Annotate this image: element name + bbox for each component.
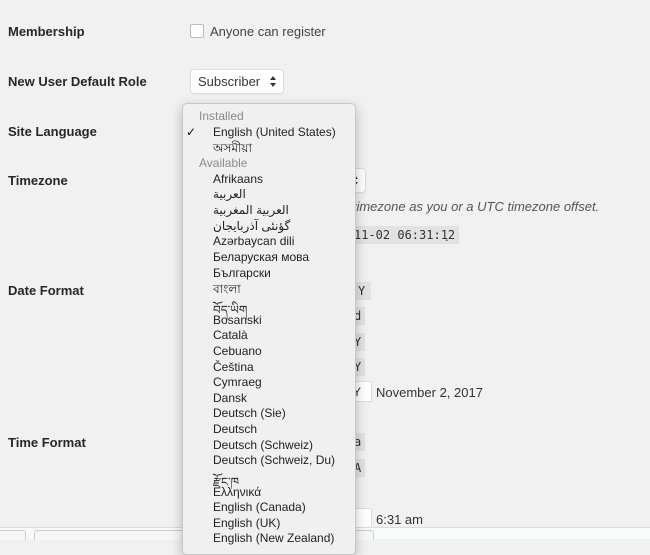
language-option[interactable]: Català bbox=[213, 328, 248, 342]
language-option[interactable]: Afrikaans bbox=[213, 172, 263, 186]
time-format-label: Time Format bbox=[8, 435, 86, 450]
universal-time-code: 11-02 06:31:12 bbox=[340, 226, 460, 244]
site-language-label: Site Language bbox=[8, 124, 97, 139]
dropdown-group-installed: Installed bbox=[199, 109, 244, 123]
language-option[interactable]: Deutsch (Sie) bbox=[213, 406, 286, 420]
default-role-value: Subscriber bbox=[198, 74, 261, 89]
default-role-select[interactable]: Subscriber bbox=[190, 69, 284, 94]
language-option[interactable]: Ελληνικά bbox=[213, 485, 261, 499]
language-option[interactable]: English (New Zealand) bbox=[213, 531, 334, 545]
language-option[interactable]: Azərbaycan dili bbox=[213, 234, 294, 248]
anyone-can-register-label[interactable]: Anyone can register bbox=[210, 24, 326, 39]
language-option[interactable]: Deutsch (Schweiz, Du) bbox=[213, 453, 335, 467]
date-format-label: Date Format bbox=[8, 283, 84, 298]
language-option[interactable]: English (United States) bbox=[213, 125, 336, 139]
time-format-preview: 6:31 am bbox=[376, 512, 423, 527]
timezone-description: e timezone as you or a UTC timezone offs… bbox=[342, 199, 600, 214]
language-option[interactable]: العربية المغربية bbox=[213, 203, 289, 217]
language-option[interactable]: Cymraeg bbox=[213, 375, 262, 389]
language-option[interactable]: Dansk bbox=[213, 391, 247, 405]
selected-check-icon: ✓ bbox=[186, 125, 197, 139]
language-option[interactable]: English (Canada) bbox=[213, 500, 306, 514]
universal-time-period: . bbox=[445, 229, 449, 244]
bottom-toolbar-button[interactable] bbox=[0, 530, 26, 540]
language-option[interactable]: Беларуская мова bbox=[213, 250, 309, 264]
select-arrows-icon bbox=[269, 75, 277, 89]
timezone-label: Timezone bbox=[8, 173, 68, 188]
language-option[interactable]: Bosanski bbox=[213, 313, 262, 327]
language-option[interactable]: Deutsch bbox=[213, 422, 257, 436]
anyone-can-register-checkbox[interactable] bbox=[190, 24, 204, 38]
dropdown-group-available: Available bbox=[199, 156, 248, 170]
language-option[interactable]: Cebuano bbox=[213, 344, 262, 358]
language-option[interactable]: Български bbox=[213, 266, 271, 280]
language-option[interactable]: English (UK) bbox=[213, 516, 280, 530]
language-option[interactable]: Čeština bbox=[213, 360, 254, 374]
language-option[interactable]: گؤنئی آذربایجان bbox=[213, 219, 290, 233]
date-format-preview: November 2, 2017 bbox=[376, 385, 483, 400]
default-role-label: New User Default Role bbox=[8, 74, 147, 89]
membership-label: Membership bbox=[8, 24, 85, 39]
language-option[interactable]: العربية bbox=[213, 187, 246, 201]
language-option[interactable]: Deutsch (Schweiz) bbox=[213, 438, 313, 452]
site-language-dropdown[interactable]: Installed ✓ English (United States) অসমী… bbox=[182, 103, 356, 555]
